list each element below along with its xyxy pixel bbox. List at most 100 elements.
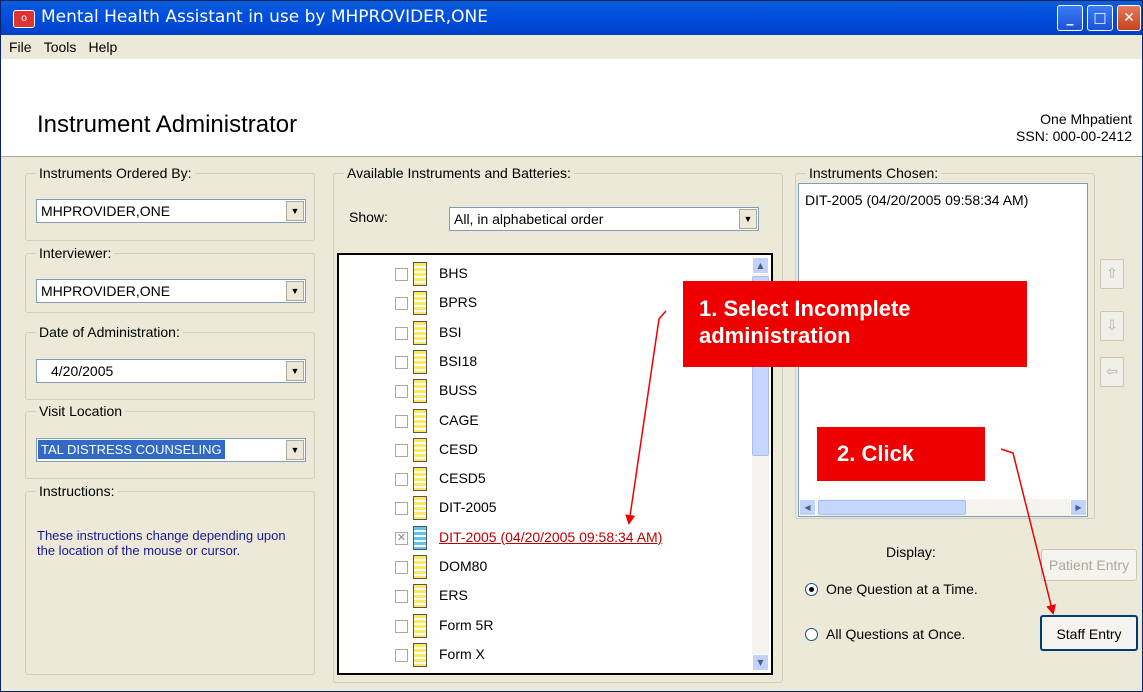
- list-item-label: BUSS: [439, 382, 478, 399]
- interviewer-value: MHPROVIDER,ONE: [41, 283, 171, 299]
- list-item[interactable]: ✕ DIT-2005 (04/20/2005 09:58:34 AM): [395, 523, 755, 553]
- title-bar[interactable]: o Mental Health Assistant in use by MHPR…: [1, 1, 1142, 35]
- list-item[interactable]: BUSS: [395, 376, 755, 406]
- radio-one-question[interactable]: One Question at a Time.: [805, 581, 978, 597]
- date-picker[interactable]: 4/20/2005 ▼: [36, 359, 306, 383]
- checkbox[interactable]: [395, 326, 408, 340]
- location-label: Visit Location: [36, 403, 126, 419]
- scroll-right-icon[interactable]: ▶: [1070, 499, 1087, 516]
- minimize-button[interactable]: _: [1057, 5, 1083, 31]
- document-icon: [413, 437, 427, 462]
- document-icon: [413, 496, 427, 521]
- checkbox[interactable]: [395, 502, 408, 516]
- radio-unselected-icon[interactable]: [805, 628, 818, 641]
- patient-entry-button[interactable]: Patient Entry: [1041, 549, 1137, 581]
- page-title: Instrument Administrator: [37, 111, 298, 138]
- date-label: Date of Administration:: [36, 324, 183, 340]
- scroll-down-icon[interactable]: ▼: [752, 654, 769, 671]
- location-select[interactable]: TAL DISTRESS COUNSELING ▼: [36, 438, 306, 462]
- checkbox[interactable]: [395, 268, 408, 281]
- chevron-down-icon[interactable]: ▼: [286, 361, 304, 381]
- list-item-label: BSI18: [439, 352, 478, 369]
- ordered-by-select[interactable]: MHPROVIDER,ONE ▼: [36, 199, 306, 223]
- interviewer-label: Interviewer:: [36, 245, 115, 261]
- list-item[interactable]: CESD5: [395, 464, 755, 494]
- show-select[interactable]: All, in alphabetical order ▼: [449, 207, 759, 231]
- radio-all-questions[interactable]: All Questions at Once.: [805, 626, 965, 642]
- list-item[interactable]: CAGE: [395, 406, 755, 436]
- date-value: 4/20/2005: [51, 363, 114, 379]
- radio-selected-icon[interactable]: [805, 583, 818, 596]
- menu-tools[interactable]: Tools: [44, 35, 77, 55]
- document-icon: [413, 555, 427, 579]
- display-label: Display:: [886, 544, 936, 560]
- checked-checkbox-icon[interactable]: ✕: [395, 531, 408, 545]
- move-down-button[interactable]: ⇩: [1100, 311, 1124, 341]
- horizontal-scrollbar[interactable]: ◀ ▶: [799, 499, 1087, 516]
- list-item-label: Form 5R: [439, 616, 494, 633]
- show-value: All, in alphabetical order: [454, 211, 604, 227]
- show-label: Show:: [349, 209, 388, 225]
- list-item-label: CESD5: [439, 470, 486, 487]
- list-item[interactable]: Form 5R: [395, 611, 755, 641]
- instructions-text: These instructions change depending upon…: [37, 528, 286, 558]
- chevron-down-icon[interactable]: ▼: [286, 201, 304, 221]
- close-button[interactable]: ✕: [1117, 5, 1141, 31]
- available-instruments-label: Available Instruments and Batteries:: [344, 165, 574, 181]
- scroll-thumb-horizontal[interactable]: [818, 500, 966, 515]
- menu-bar: File Tools Help: [1, 35, 1142, 59]
- checkbox[interactable]: [395, 561, 408, 574]
- list-item-label: DIT-2005 (04/20/2005 09:58:34 AM): [439, 528, 663, 545]
- list-item-label: CAGE: [439, 411, 479, 428]
- list-item-label: ERS: [439, 587, 468, 604]
- checkbox[interactable]: [395, 385, 408, 399]
- radio-one-label: One Question at a Time.: [826, 581, 978, 597]
- instruments-chosen-label: Instruments Chosen:: [806, 165, 942, 181]
- checkbox[interactable]: [395, 590, 408, 604]
- patient-name: One Mhpatient: [1040, 111, 1132, 127]
- list-item-label: DOM80: [439, 558, 488, 574]
- list-item[interactable]: DOM80: [395, 552, 755, 582]
- document-icon: [413, 291, 427, 316]
- radio-all-label: All Questions at Once.: [826, 626, 966, 642]
- maximize-button[interactable]: □: [1087, 5, 1113, 31]
- chosen-item[interactable]: DIT-2005 (04/20/2005 09:58:34 AM): [805, 192, 1028, 208]
- callout-select: 1. Select Incomplete administration: [683, 281, 1027, 367]
- list-item[interactable]: ERS: [395, 581, 755, 611]
- document-icon: [413, 525, 427, 550]
- remove-button[interactable]: ⇦: [1100, 357, 1124, 387]
- app-icon[interactable]: o: [13, 10, 35, 28]
- checkbox[interactable]: [395, 414, 408, 428]
- list-item[interactable]: DIT-2005: [395, 493, 755, 523]
- interviewer-select[interactable]: MHPROVIDER,ONE ▼: [36, 279, 306, 303]
- checkbox[interactable]: [395, 355, 408, 369]
- ordered-by-value: MHPROVIDER,ONE: [41, 203, 171, 219]
- checkbox[interactable]: [395, 473, 408, 487]
- display-panel: [795, 519, 1142, 691]
- window-title: Mental Health Assistant in use by MHPROV…: [41, 7, 488, 27]
- patient-info: One Mhpatient SSN: 000-00-2412: [1016, 111, 1132, 145]
- list-item-label: Form X: [439, 645, 485, 662]
- callout-click: 2. Click: [817, 427, 985, 481]
- maximize-icon: □: [1093, 10, 1107, 26]
- checkbox[interactable]: [395, 619, 408, 633]
- menu-file[interactable]: File: [9, 35, 32, 55]
- menu-help[interactable]: Help: [89, 35, 118, 55]
- checkbox[interactable]: [395, 297, 408, 311]
- location-value: TAL DISTRESS COUNSELING: [38, 440, 225, 459]
- document-icon: [413, 467, 427, 492]
- ordered-by-label: Instruments Ordered By:: [36, 165, 195, 181]
- staff-entry-button[interactable]: Staff Entry: [1040, 615, 1138, 651]
- chevron-down-icon[interactable]: ▼: [286, 281, 304, 301]
- chevron-down-icon[interactable]: ▼: [286, 440, 304, 460]
- checkbox[interactable]: [395, 443, 408, 457]
- scroll-left-icon[interactable]: ◀: [799, 499, 816, 516]
- move-up-button[interactable]: ⇧: [1100, 259, 1124, 289]
- list-item[interactable]: Form X: [395, 640, 755, 670]
- list-item-label: CESD: [439, 440, 478, 457]
- document-icon: [413, 262, 427, 286]
- checkbox[interactable]: [395, 648, 408, 662]
- chevron-down-icon[interactable]: ▼: [739, 209, 757, 229]
- scroll-up-icon[interactable]: ▲: [752, 257, 769, 274]
- list-item[interactable]: CESD: [395, 435, 755, 465]
